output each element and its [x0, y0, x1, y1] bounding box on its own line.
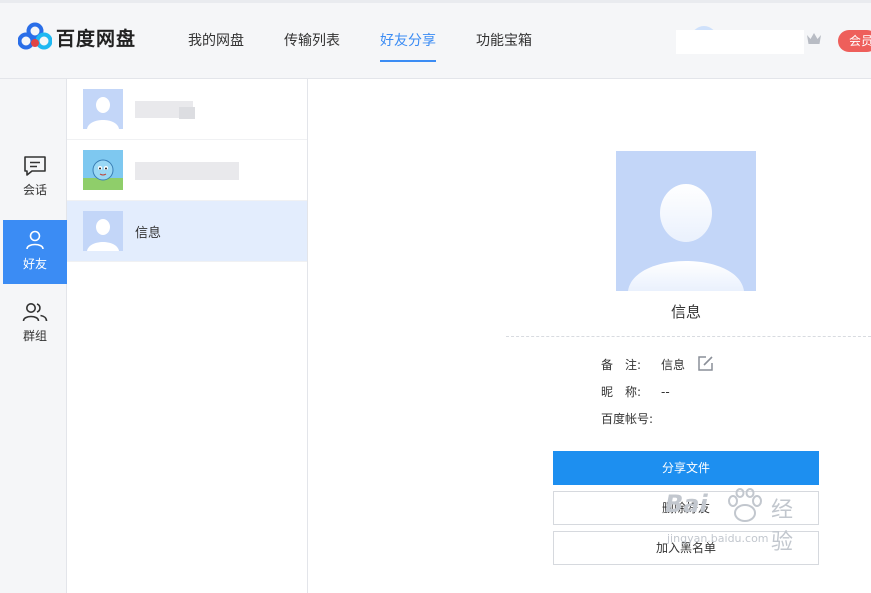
friend-avatar [83, 150, 123, 190]
default-avatar-icon [87, 219, 119, 251]
window-top-edge [0, 0, 871, 3]
watermark: Bai 经验 jingyan.baidu.com [665, 488, 793, 555]
friend-avatar [83, 89, 123, 129]
vip-badge[interactable]: 会员 [838, 30, 871, 52]
default-avatar-icon [87, 97, 119, 129]
person-icon [26, 230, 44, 250]
watermark-text: 经验 [771, 498, 794, 555]
field-label: 昵 称: [601, 385, 642, 399]
rail-label-friends: 好友 [22, 257, 47, 271]
rail-item-chat[interactable]: 会话 [3, 146, 67, 210]
left-rail: 会话 好友 群组 [0, 79, 67, 593]
detail-avatar [616, 151, 756, 291]
rail-label-chat: 会话 [22, 183, 47, 197]
redacted-name [135, 162, 239, 180]
app-title: 百度网盘 [56, 27, 137, 50]
friend-item[interactable] [67, 79, 307, 140]
field-value: -- [661, 385, 670, 399]
field-remark: 备 注: 信息 [601, 356, 685, 373]
top-bar: 百度网盘 我的网盘 传输列表 好友分享 功能宝箱 会员 [0, 0, 871, 79]
nav-toolbox[interactable]: 功能宝箱 [476, 30, 532, 62]
crown-icon[interactable] [806, 32, 822, 46]
friend-item-selected[interactable]: 信息 [67, 201, 307, 262]
paw-icon [728, 488, 762, 522]
nav-transfer-list[interactable]: 传输列表 [284, 30, 340, 62]
group-icon [22, 303, 48, 322]
friend-list: 信息 [67, 79, 308, 593]
top-nav: 我的网盘 传输列表 好友分享 功能宝箱 [188, 30, 572, 62]
nav-friend-share[interactable]: 好友分享 [380, 30, 436, 62]
field-nickname: 昵 称: -- [601, 383, 670, 400]
chat-icon [24, 156, 46, 176]
redacted-name-part [179, 107, 195, 119]
edit-icon[interactable] [697, 355, 714, 372]
divider [506, 336, 871, 337]
app-logo[interactable]: 百度网盘 [18, 22, 136, 52]
baidu-cloud-logo-icon [18, 22, 52, 50]
rail-item-groups[interactable]: 群组 [3, 292, 67, 356]
field-label: 备 注: [601, 358, 642, 372]
friend-name: 信息 [135, 226, 162, 241]
rail-item-friends[interactable]: 好友 [3, 220, 67, 284]
friend-avatar [83, 211, 123, 251]
cartoon-avatar-icon [83, 159, 123, 190]
friend-item[interactable] [67, 140, 307, 201]
default-avatar-icon [628, 184, 744, 291]
field-value: 信息 [661, 358, 686, 372]
field-label: 百度帐号: [601, 412, 654, 426]
field-baidu-account: 百度帐号: [601, 410, 661, 427]
share-file-button[interactable]: 分享文件 [553, 451, 819, 485]
watermark-url: jingyan.baidu.com [667, 532, 769, 545]
rail-label-groups: 群组 [22, 329, 47, 343]
username-redaction [676, 30, 804, 54]
watermark-logo: Bai [665, 490, 708, 518]
detail-name: 信息 [670, 303, 701, 321]
nav-my-disk[interactable]: 我的网盘 [188, 30, 244, 62]
